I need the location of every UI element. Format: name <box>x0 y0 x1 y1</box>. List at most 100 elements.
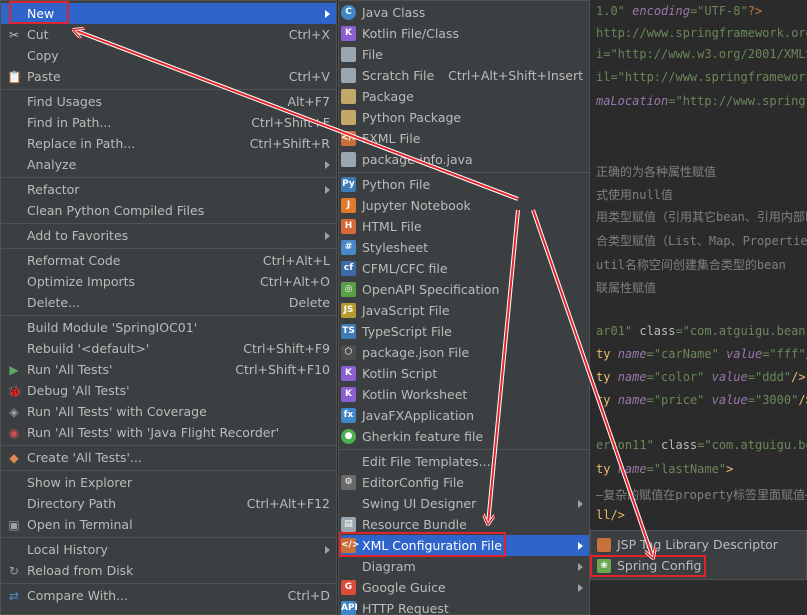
menu-item-label: Diagram <box>362 559 416 574</box>
shortcut-hint: Ctrl+Alt+L <box>262 253 330 268</box>
menu-item-build-module-springioc01[interactable]: Build Module 'SpringIOC01' <box>1 317 336 338</box>
openapi-specification-icon: ◎ <box>341 282 356 297</box>
menu-item-create-all-tests[interactable]: ◆ Create 'All Tests'... <box>1 447 336 468</box>
menu-item-compare-with[interactable]: ⇄ Compare With... Ctrl+D <box>1 585 336 606</box>
menu-item-local-history[interactable]: Local History <box>1 539 336 560</box>
menu-item-label: Replace in Path... <box>27 136 136 151</box>
debug-all-tests-icon: 🐞 <box>7 383 22 398</box>
menu-item-kotlin-file-class[interactable]: K Kotlin File/Class <box>339 23 589 44</box>
menu-item-javafxapplication[interactable]: fx JavaFXApplication <box>339 405 589 426</box>
menu-separator <box>1 248 336 249</box>
shortcut-hint: Ctrl+Shift+R <box>249 136 330 151</box>
menu-item-copy[interactable]: Copy <box>1 45 336 66</box>
shortcut-hint: Delete <box>288 295 330 310</box>
menu-item-find-in-path[interactable]: Find in Path... Ctrl+Shift+F <box>1 112 336 133</box>
menu-item-label: HTTP Request <box>362 601 449 615</box>
code-editor[interactable]: 1.0" encoding="UTF-8"?> http://www.spring… <box>590 0 807 615</box>
menu-item-find-usages[interactable]: Find Usages Alt+F7 <box>1 91 336 112</box>
menu-item-python-file[interactable]: Py Python File <box>339 174 589 195</box>
menu-item-label: Rebuild '<default>' <box>27 341 150 356</box>
menu-item-run-all-tests[interactable]: ▶ Run 'All Tests' Ctrl+Shift+F10 <box>1 359 336 380</box>
menu-item-package-json-file[interactable]: ⬡ package.json File <box>339 342 589 363</box>
code-line: i="http://www.w3.org/2001/XMLS <box>596 47 807 61</box>
menu-item-debug-all-tests[interactable]: 🐞 Debug 'All Tests' <box>1 380 336 401</box>
chevron-right-icon <box>578 562 583 571</box>
menu-item-rebuild-default[interactable]: Rebuild '<default>' Ctrl+Shift+F9 <box>1 338 336 359</box>
menu-item-package-info-java[interactable]: package-info.java <box>339 149 589 170</box>
menu-item-fxml-file[interactable]: </> FXML File <box>339 128 589 149</box>
menu-item-directory-path[interactable]: Directory Path Ctrl+Alt+F12 <box>1 493 336 514</box>
menu-item-stylesheet[interactable]: # Stylesheet <box>339 237 589 258</box>
menu-item-kotlin-script[interactable]: K Kotlin Script <box>339 363 589 384</box>
menu-item-cfml-cfc-file[interactable]: cf CFML/CFC file <box>339 258 589 279</box>
menu-item-run-all-tests-with-coverage[interactable]: ◈ Run 'All Tests' with Coverage <box>1 401 336 422</box>
menu-item-kotlin-worksheet[interactable]: K Kotlin Worksheet <box>339 384 589 405</box>
menu-item-reload-from-disk[interactable]: ↻ Reload from Disk <box>1 560 336 581</box>
menu-item-html-file[interactable]: H HTML File <box>339 216 589 237</box>
code-line: 正确的为各种属性赋值 <box>596 165 717 179</box>
menu-item-python-package[interactable]: Python Package <box>339 107 589 128</box>
menu-item-scratch-file[interactable]: Scratch File Ctrl+Alt+Shift+Insert <box>339 65 589 86</box>
menu-item-google-guice[interactable]: G Google Guice <box>339 577 589 598</box>
code-line: util名称空间创建集合类型的bean <box>596 258 786 272</box>
menu-item-label: Debug 'All Tests' <box>27 383 130 398</box>
menu-item-jsp-tag-library-descriptor[interactable]: JSP Tag Library Descriptor <box>591 534 806 555</box>
menu-item-openapi-specification[interactable]: ◎ OpenAPI Specification <box>339 279 589 300</box>
menu-item-add-to-favorites[interactable]: Add to Favorites <box>1 225 336 246</box>
menu-item-label: Create 'All Tests'... <box>27 450 142 465</box>
menu-item-label: Clean Python Compiled Files <box>27 203 205 218</box>
menu-item-refactor[interactable]: Refactor <box>1 179 336 200</box>
menu-item-swing-ui-designer[interactable]: Swing UI Designer <box>339 493 589 514</box>
menu-item-java-class[interactable]: C Java Class <box>339 2 589 23</box>
java-class-icon: C <box>341 5 356 20</box>
menu-item-editorconfig-file[interactable]: ⚙ EditorConfig File <box>339 472 589 493</box>
reload-from-disk-icon: ↻ <box>8 563 20 578</box>
menu-item-jupyter-notebook[interactable]: J Jupyter Notebook <box>339 195 589 216</box>
menu-item-paste[interactable]: 📋 Paste Ctrl+V <box>1 66 336 87</box>
kotlin-worksheet-icon: K <box>341 387 356 402</box>
menu-item-delete[interactable]: Delete... Delete <box>1 292 336 313</box>
menu-item-typescript-file[interactable]: TS TypeScript File <box>339 321 589 342</box>
typescript-file-icon: TS <box>341 324 356 339</box>
menu-item-label: Python Package <box>362 110 462 125</box>
jupyter-notebook-icon: J <box>341 198 356 213</box>
run-all-tests-with-coverage-icon: ◈ <box>9 404 19 419</box>
menu-item-label: Compare With... <box>27 588 128 603</box>
menu-item-label: Add to Favorites <box>27 228 129 243</box>
code-line: 用类型赋值（引用其它bean、引用内部be <box>596 210 807 224</box>
menu-item-cut[interactable]: ✂ Cut Ctrl+X <box>1 24 336 45</box>
menu-item-edit-file-templates[interactable]: Edit File Templates... <box>339 451 589 472</box>
menu-item-analyze[interactable]: Analyze <box>1 154 336 175</box>
menu-item-open-in-terminal[interactable]: ▣ Open in Terminal <box>1 514 336 535</box>
menu-item-file[interactable]: File <box>339 44 589 65</box>
menu-item-label: Analyze <box>27 157 77 172</box>
menu-item-run-all-tests-with-java-flight-recorder[interactable]: ◉ Run 'All Tests' with 'Java Flight Recor… <box>1 422 336 443</box>
shortcut-hint: Ctrl+Alt+F12 <box>246 496 330 511</box>
menu-item-javascript-file[interactable]: JS JavaScript File <box>339 300 589 321</box>
project-context-menu: New ✂ Cut Ctrl+X Copy 📋 Paste Ctrl+V Find Usages… <box>0 0 337 615</box>
menu-item-gherkin-feature-file[interactable]: ● Gherkin feature file <box>339 426 589 447</box>
menu-item-label: Show in Explorer <box>27 475 133 490</box>
menu-item-clean-python-compiled-files[interactable]: Clean Python Compiled Files <box>1 200 336 221</box>
stylesheet-icon: # <box>341 240 356 255</box>
code-line: ty name="price" value="3000"/> <box>596 393 807 407</box>
menu-item-label: Gherkin feature file <box>362 429 484 444</box>
menu-item-optimize-imports[interactable]: Optimize Imports Ctrl+Alt+O <box>1 271 336 292</box>
menu-item-label: package-info.java <box>362 152 473 167</box>
shortcut-hint: Ctrl+Shift+F10 <box>235 362 330 377</box>
menu-item-diagram[interactable]: Diagram <box>339 556 589 577</box>
menu-item-replace-in-path[interactable]: Replace in Path... Ctrl+Shift+R <box>1 133 336 154</box>
jsp-tag-library-descriptor-icon <box>597 537 611 552</box>
code-line: il="http://www.springframework <box>596 70 807 84</box>
menu-item-label: File <box>362 47 383 62</box>
menu-item-package[interactable]: Package <box>339 86 589 107</box>
menu-item-label: package.json File <box>362 345 470 360</box>
code-line: ty name="lastName"> <box>596 462 734 476</box>
menu-item-reformat-code[interactable]: Reformat Code Ctrl+Alt+L <box>1 250 336 271</box>
code-line: maLocation="http://www.springf <box>596 94 807 108</box>
chevron-right-icon <box>325 231 330 240</box>
chevron-right-icon <box>325 545 330 554</box>
menu-item-http-request[interactable]: API HTTP Request <box>339 598 589 615</box>
menu-item-show-in-explorer[interactable]: Show in Explorer <box>1 472 336 493</box>
python-package-icon <box>341 110 356 125</box>
